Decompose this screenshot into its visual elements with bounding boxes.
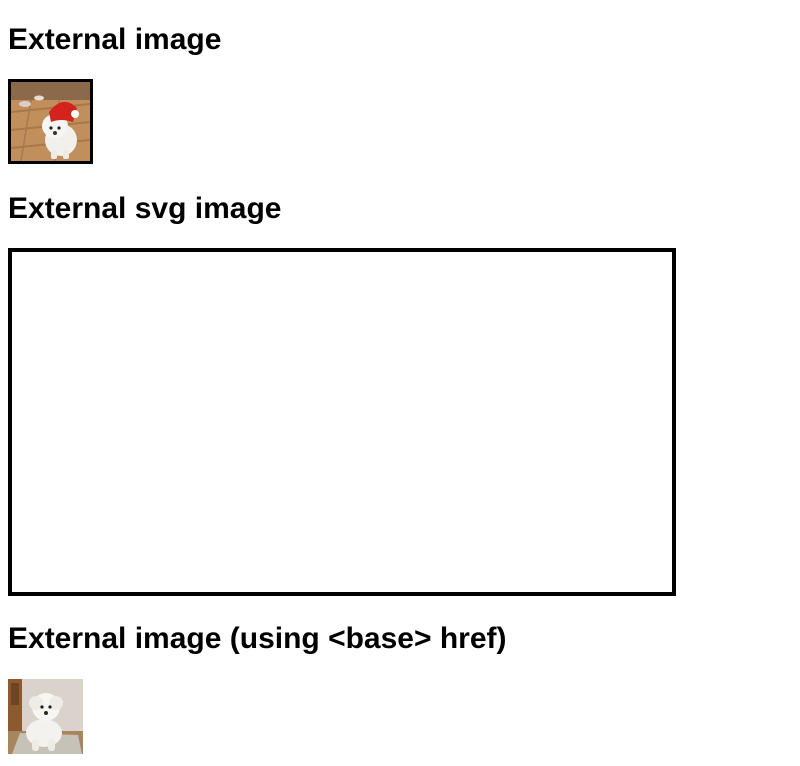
external-image-base-href — [8, 679, 83, 754]
dog-in-red-hat-photo-icon — [11, 82, 90, 161]
external-image — [8, 79, 93, 164]
white-dog-photo-icon — [8, 679, 83, 754]
external-image-heading: External image — [8, 23, 222, 56]
external-image-base-href-heading: External image (using <base> href) — [8, 622, 507, 655]
external-svg-image-heading: External svg image — [8, 192, 282, 225]
external-svg-image — [8, 248, 676, 596]
